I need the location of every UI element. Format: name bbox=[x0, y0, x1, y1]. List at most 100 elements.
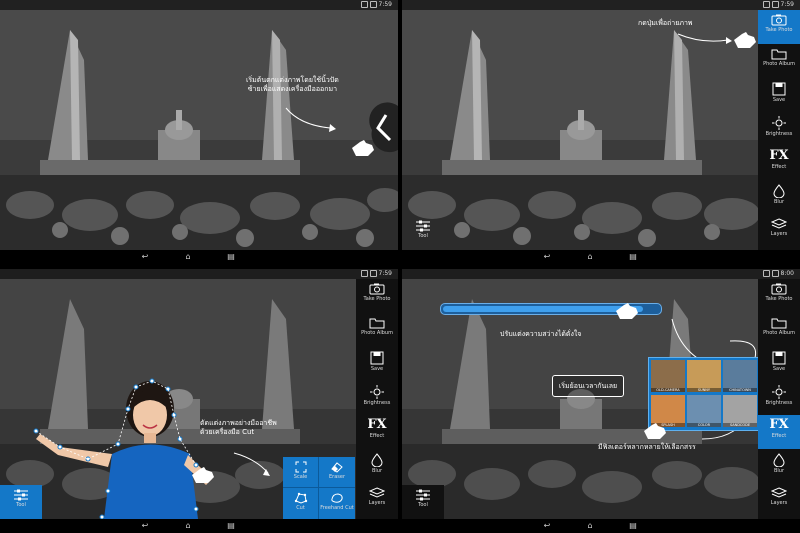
effect-button[interactable]: FX Effect bbox=[758, 415, 800, 449]
hand-pointer-icon bbox=[616, 303, 638, 319]
filter-label: SUNNY bbox=[687, 388, 721, 392]
photo-album-button[interactable]: Photo Album bbox=[758, 44, 800, 78]
save-button[interactable]: Save bbox=[356, 347, 398, 381]
camera-icon bbox=[771, 283, 787, 295]
layers-button[interactable]: Layers bbox=[758, 214, 800, 248]
brightness-label: Brightness bbox=[765, 400, 793, 406]
drop-icon bbox=[371, 453, 383, 467]
eraser-button[interactable]: Eraser bbox=[319, 457, 355, 488]
filter-caption: มีฟิลเตอร์หลากหลายให้เลือกสรร bbox=[598, 443, 696, 451]
status-clock: 7:59 bbox=[780, 1, 794, 8]
swipe-caption-line1: เริ่มต้นตกแต่งภาพโดยใช้นิ้วปัด bbox=[246, 76, 339, 84]
effect-button[interactable]: FX Effect bbox=[356, 415, 398, 449]
sliders-icon bbox=[416, 220, 430, 232]
cut-caption-line2: ด้วยเครื่องมือ Cut bbox=[200, 428, 255, 436]
save-label: Save bbox=[772, 97, 786, 103]
fx-icon: FX bbox=[367, 417, 387, 432]
scale-label: Scale bbox=[293, 474, 308, 480]
android-nav-bar: ↩ ⌂ ▤ bbox=[402, 250, 800, 264]
back-icon[interactable]: ↩ bbox=[542, 253, 552, 261]
save-label: Save bbox=[370, 366, 384, 372]
filter-thumb[interactable]: SUNNY bbox=[687, 360, 721, 392]
tutorial-panel-effects: 8:00 ปรับแต่งความสว่างได้ดั่งใจ เริ่มย้อ… bbox=[402, 269, 800, 533]
tool-button[interactable]: Tool bbox=[402, 216, 444, 250]
wifi-icon bbox=[762, 1, 770, 8]
page-indicator bbox=[575, 241, 607, 256]
fx-icon: FX bbox=[769, 148, 789, 163]
folder-icon bbox=[771, 49, 787, 60]
wifi-icon bbox=[360, 1, 368, 8]
recents-icon[interactable]: ▤ bbox=[628, 253, 638, 261]
android-nav-bar: ↩ ⌂ ▤ bbox=[0, 519, 398, 533]
swipe-caption: เริ่มต้นตกแต่งภาพโดยใช้นิ้วปัด ซ้ายเพื่อ… bbox=[246, 76, 339, 94]
status-bar: 7:59 bbox=[0, 0, 398, 10]
sun-icon bbox=[772, 116, 786, 130]
folder-icon bbox=[771, 318, 787, 329]
photo-album-button[interactable]: Photo Album bbox=[356, 313, 398, 347]
tool-label: Tool bbox=[418, 233, 428, 239]
brightness-button[interactable]: Brightness bbox=[758, 381, 800, 415]
blur-button[interactable]: Blur bbox=[758, 180, 800, 214]
tutorial-panel-swipe: 7:59 เริ่มต้นตกแต่งภาพโดยใช้นิ้วปัด ซ้าย… bbox=[0, 0, 398, 264]
blur-label: Blur bbox=[773, 199, 785, 205]
android-nav-bar: ↩ ⌂ ▤ bbox=[402, 519, 800, 533]
blur-button[interactable]: Blur bbox=[356, 449, 398, 483]
take-photo-button[interactable]: Take Photo bbox=[758, 10, 800, 44]
brightness-caption: ปรับแต่งความสว่างได้ดั่งใจ bbox=[500, 330, 582, 338]
layers-label: Layers bbox=[770, 231, 788, 237]
photo-album-button[interactable]: Photo Album bbox=[758, 313, 800, 347]
save-icon bbox=[370, 351, 384, 365]
filter-label: CHINATOWN bbox=[723, 388, 757, 392]
wifi-icon bbox=[762, 270, 770, 277]
recents-icon[interactable]: ▤ bbox=[226, 522, 236, 530]
start-button[interactable]: เริ่มย้อนเวลากันเลย bbox=[552, 375, 624, 397]
filter-thumb[interactable]: COLOR bbox=[687, 395, 721, 427]
tools-sidebar: Take Photo Photo Album Save Brightness F… bbox=[758, 279, 800, 519]
back-icon[interactable]: ↩ bbox=[542, 522, 552, 530]
tools-sidebar: Take Photo Photo Album Save Brightness F… bbox=[356, 279, 398, 519]
tool-button[interactable]: Tool bbox=[0, 485, 42, 519]
battery-icon bbox=[369, 1, 377, 8]
effect-button[interactable]: FX Effect bbox=[758, 146, 800, 180]
filter-thumb[interactable]: SANDCODE bbox=[723, 395, 757, 427]
tool-button[interactable]: Tool bbox=[402, 485, 444, 519]
scale-icon bbox=[295, 461, 306, 473]
eraser-label: Eraser bbox=[328, 474, 345, 480]
recents-icon[interactable]: ▤ bbox=[628, 522, 638, 530]
filter-thumb[interactable]: OLD-CAMERA bbox=[651, 360, 685, 392]
save-button[interactable]: Save bbox=[758, 78, 800, 112]
scale-button[interactable]: Scale bbox=[283, 457, 319, 488]
filter-thumb[interactable]: CHINATOWN bbox=[723, 360, 757, 392]
cut-button[interactable]: Cut bbox=[283, 488, 319, 519]
camera-icon bbox=[369, 283, 385, 295]
take-photo-label: Take Photo bbox=[363, 296, 391, 302]
brightness-label: Brightness bbox=[363, 400, 391, 406]
save-label: Save bbox=[772, 366, 786, 372]
layers-button[interactable]: Layers bbox=[356, 483, 398, 517]
brightness-button[interactable]: Brightness bbox=[356, 381, 398, 415]
layers-button[interactable]: Layers bbox=[758, 483, 800, 517]
status-clock: 7:59 bbox=[378, 1, 392, 8]
take-photo-button[interactable]: Take Photo bbox=[758, 279, 800, 313]
save-button[interactable]: Save bbox=[758, 347, 800, 381]
hand-pointer-icon bbox=[352, 140, 374, 156]
freehand-cut-icon bbox=[331, 493, 343, 503]
brightness-button[interactable]: Brightness bbox=[758, 112, 800, 146]
blur-label: Blur bbox=[773, 468, 785, 474]
filter-label: COLOR bbox=[687, 423, 721, 427]
effect-label: Effect bbox=[369, 433, 385, 439]
back-icon[interactable]: ↩ bbox=[140, 253, 150, 261]
battery-icon bbox=[771, 270, 779, 277]
home-icon[interactable]: ⌂ bbox=[183, 253, 193, 261]
screenshot-collage: 7:59 เริ่มต้นตกแต่งภาพโดยใช้นิ้วปัด ซ้าย… bbox=[0, 0, 800, 533]
home-icon[interactable]: ⌂ bbox=[585, 522, 595, 530]
photo-album-label: Photo Album bbox=[361, 330, 393, 336]
brightness-label: Brightness bbox=[765, 131, 793, 137]
home-icon[interactable]: ⌂ bbox=[585, 253, 595, 261]
blur-button[interactable]: Blur bbox=[758, 449, 800, 483]
home-icon[interactable]: ⌂ bbox=[183, 522, 193, 530]
freehand-cut-button[interactable]: Freehand Cut bbox=[319, 488, 355, 519]
back-icon[interactable]: ↩ bbox=[140, 522, 150, 530]
take-photo-button[interactable]: Take Photo bbox=[356, 279, 398, 313]
recents-icon[interactable]: ▤ bbox=[226, 253, 236, 261]
